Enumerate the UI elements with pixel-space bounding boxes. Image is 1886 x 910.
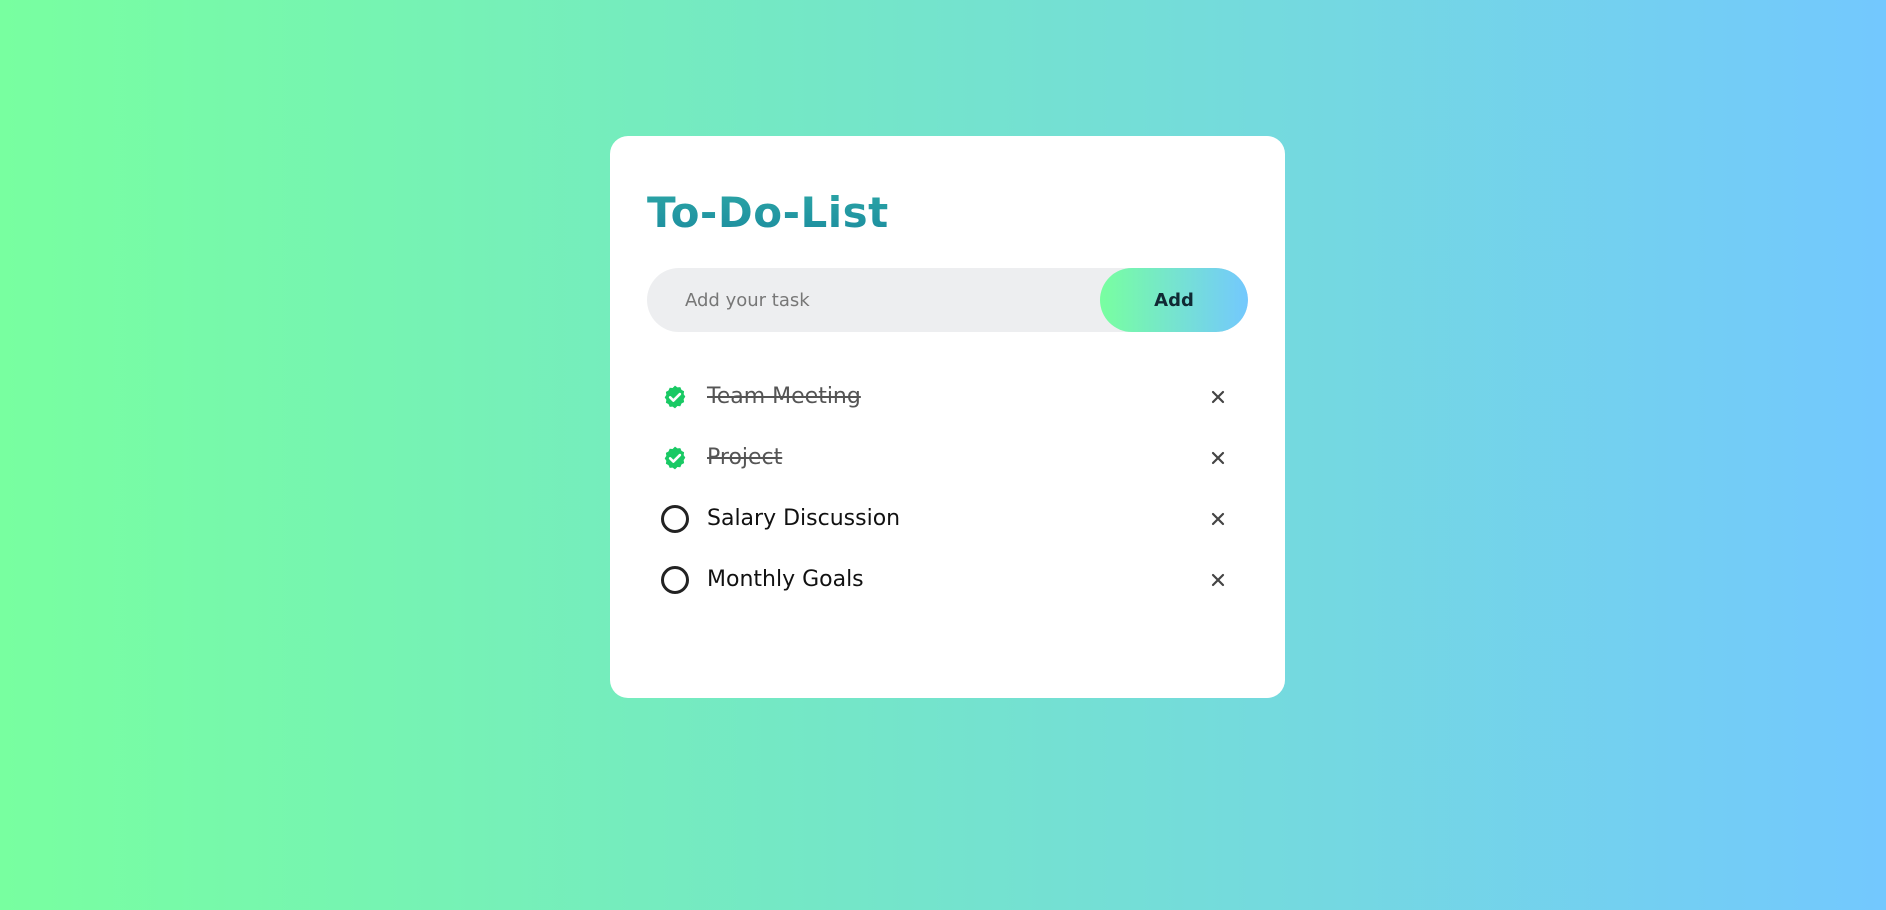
checked-badge-icon[interactable] — [659, 442, 691, 474]
task-label: Salary Discussion — [707, 506, 901, 531]
unchecked-circle-icon[interactable] — [659, 564, 691, 596]
close-icon[interactable] — [1204, 505, 1232, 533]
unchecked-circle-icon[interactable] — [659, 503, 691, 535]
list-item[interactable]: Team Meeting — [647, 366, 1248, 427]
task-list: Team Meeting Project Salary Discussion M… — [647, 366, 1248, 610]
list-item[interactable]: Salary Discussion — [647, 488, 1248, 549]
add-task-row: Add — [647, 268, 1248, 332]
close-icon[interactable] — [1204, 444, 1232, 472]
task-label: Monthly Goals — [707, 567, 864, 592]
task-label: Project — [707, 445, 783, 470]
checked-badge-icon[interactable] — [659, 381, 691, 413]
todo-card: To-Do-List Add Team Meeting — [610, 136, 1285, 698]
page-title: To-Do-List — [647, 136, 1248, 234]
list-item[interactable]: Project — [647, 427, 1248, 488]
task-input[interactable] — [647, 268, 1100, 332]
close-icon[interactable] — [1204, 566, 1232, 594]
close-icon[interactable] — [1204, 383, 1232, 411]
add-button[interactable]: Add — [1100, 268, 1248, 332]
task-label: Team Meeting — [707, 384, 861, 409]
list-item[interactable]: Monthly Goals — [647, 549, 1248, 610]
